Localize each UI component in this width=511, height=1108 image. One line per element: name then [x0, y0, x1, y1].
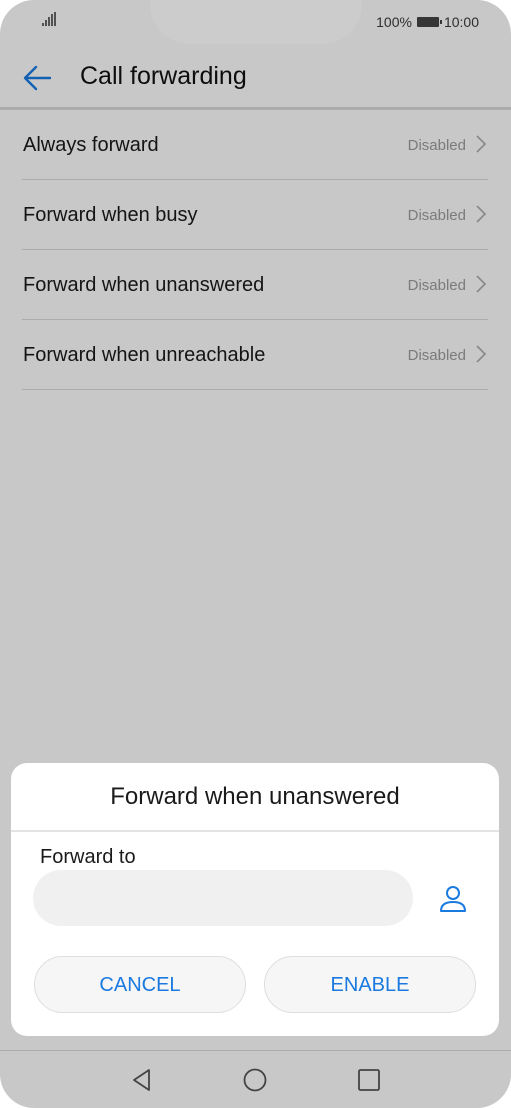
enable-button[interactable]: ENABLE [264, 956, 476, 1013]
phone-screen: 100% 10:00 Call forwarding Always forwar… [0, 0, 511, 1108]
forward-to-input[interactable] [33, 870, 413, 926]
forward-dialog: Forward when unanswered Forward to CANCE… [11, 763, 499, 1036]
forward-to-label: Forward to [40, 846, 136, 868]
contact-picker-button[interactable] [437, 883, 469, 915]
dialog-divider [11, 830, 499, 832]
person-icon [440, 886, 466, 912]
cancel-button[interactable]: CANCEL [34, 956, 246, 1013]
dialog-title: Forward when unanswered [110, 783, 400, 810]
